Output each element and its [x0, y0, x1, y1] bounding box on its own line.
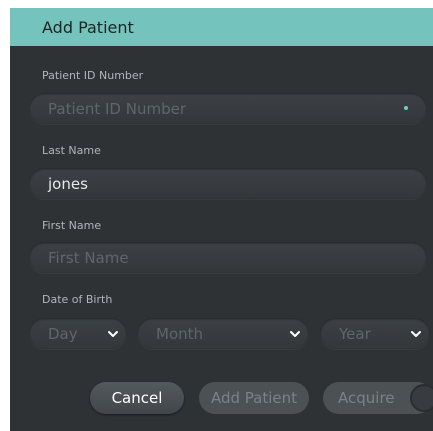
dialog-title: Add Patient [42, 17, 134, 37]
last-name-value: jones [48, 174, 88, 193]
patient-id-label: Patient ID Number [42, 69, 144, 82]
dob-month-placeholder: Month [156, 324, 204, 343]
first-name-placeholder: First Name [48, 248, 129, 267]
dob-label: Date of Birth [42, 293, 113, 306]
toggle-knob[interactable] [410, 384, 433, 412]
chevron-down-icon [290, 330, 300, 337]
first-name-input[interactable]: First Name [29, 242, 427, 273]
chevron-down-icon [411, 330, 421, 337]
chevron-down-icon [108, 330, 118, 337]
dob-year-select[interactable]: Year [320, 318, 430, 349]
dob-year-placeholder: Year [339, 324, 371, 343]
acquire-toggle-button[interactable]: Acquire [323, 382, 433, 414]
patient-id-placeholder: Patient ID Number [48, 99, 186, 118]
add-patient-button-label: Add Patient [210, 389, 298, 407]
last-name-label: Last Name [42, 144, 101, 157]
dialog-header: Add Patient [10, 8, 433, 46]
acquire-button-label: Acquire [338, 389, 395, 407]
required-indicator-icon [404, 106, 408, 110]
dob-month-select[interactable]: Month [137, 318, 309, 349]
add-patient-button[interactable]: Add Patient [199, 382, 309, 414]
last-name-input[interactable]: jones [29, 168, 427, 199]
cancel-button-label: Cancel [111, 389, 163, 407]
first-name-label: First Name [42, 219, 102, 232]
add-patient-dialog: Add Patient Patient ID Number Patient ID… [10, 8, 433, 431]
patient-id-input[interactable]: Patient ID Number [29, 93, 427, 124]
dob-day-placeholder: Day [48, 324, 78, 343]
dob-day-select[interactable]: Day [29, 318, 127, 349]
cancel-button[interactable]: Cancel [90, 382, 184, 414]
